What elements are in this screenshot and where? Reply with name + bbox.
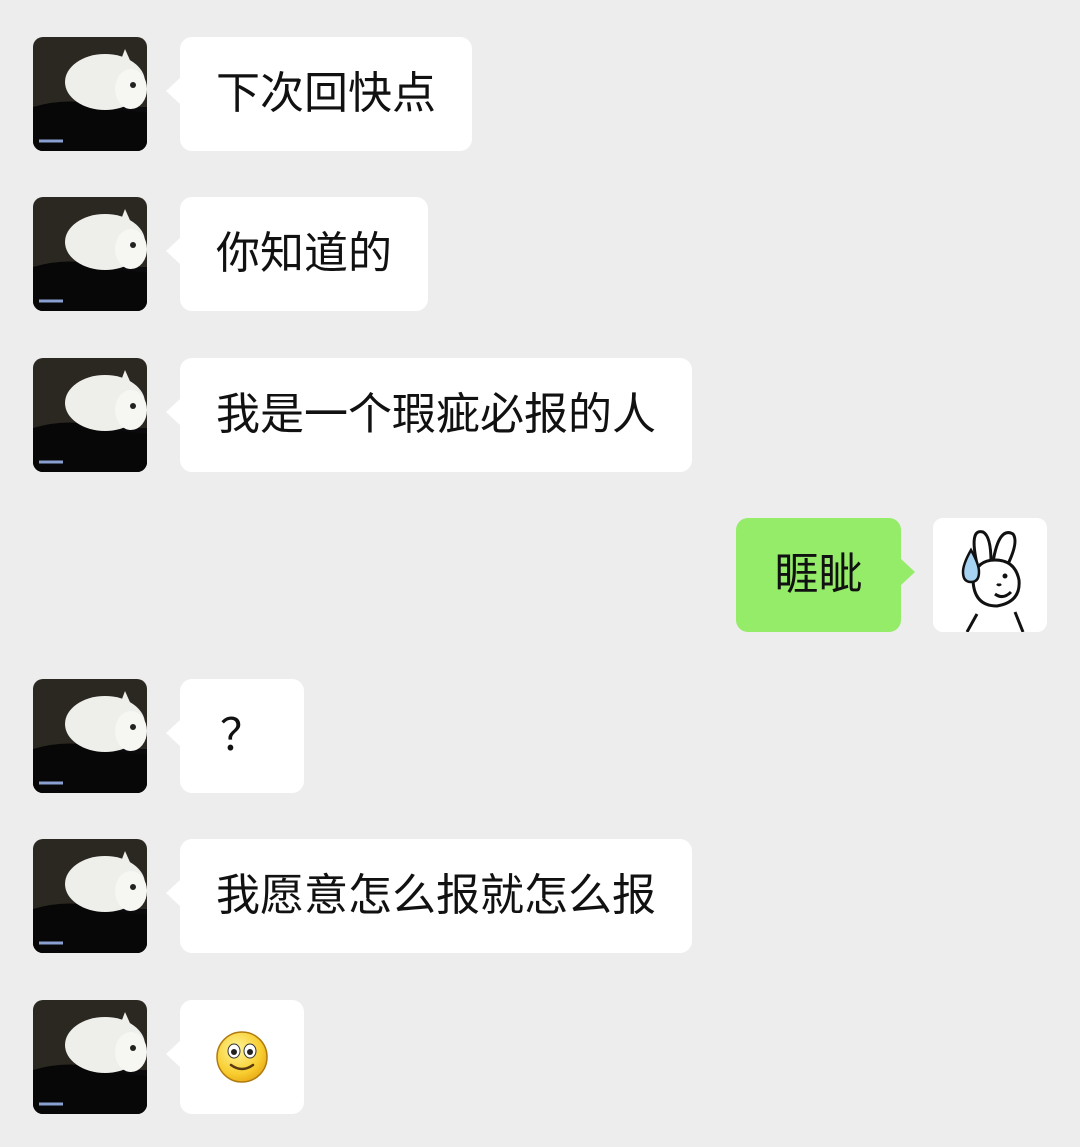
message-row: 我愿意怎么报就怎么报 — [0, 839, 1080, 953]
cat-avatar-icon[interactable] — [33, 197, 147, 311]
message-row: 你知道的 — [0, 197, 1080, 311]
message-bubble[interactable]: 我是一个瑕疵必报的人 — [180, 358, 692, 472]
cat-avatar-icon[interactable] — [33, 1000, 147, 1114]
message-row — [0, 1000, 1080, 1114]
bubble-tail — [166, 719, 181, 747]
chat-view[interactable]: 下次回快点 你知道的 我是一个瑕疵必报的人 睚眦 ？ 我愿意怎么报就怎么报 — [0, 0, 1080, 1147]
bubble-tail — [166, 879, 181, 907]
message-text: 睚眦 — [774, 549, 863, 600]
bubble-tail — [166, 398, 181, 426]
message-text: 我是一个瑕疵必报的人 — [216, 389, 656, 440]
message-text: 你知道的 — [216, 228, 392, 279]
message-bubble[interactable] — [180, 1000, 304, 1114]
bubble-tail — [166, 1040, 181, 1068]
bubble-tail — [166, 237, 181, 265]
message-row: 下次回快点 — [0, 37, 1080, 151]
bubble-tail — [166, 77, 181, 105]
message-text: 我愿意怎么报就怎么报 — [216, 870, 656, 921]
bubble-tail — [900, 558, 915, 586]
message-row: 我是一个瑕疵必报的人 — [0, 358, 1080, 472]
message-row-outgoing: 睚眦 — [0, 518, 1080, 632]
cat-avatar-icon[interactable] — [33, 839, 147, 953]
cat-avatar-icon[interactable] — [33, 679, 147, 793]
message-text: ？ — [220, 710, 264, 761]
message-bubble[interactable]: ？ — [180, 679, 304, 793]
message-bubble[interactable]: 你知道的 — [180, 197, 428, 311]
message-row: ？ — [0, 679, 1080, 793]
slight-smile-emoji-icon — [216, 1031, 268, 1083]
message-bubble[interactable]: 下次回快点 — [180, 37, 472, 151]
message-text: 下次回快点 — [216, 68, 436, 119]
message-bubble[interactable]: 我愿意怎么报就怎么报 — [180, 839, 692, 953]
cat-avatar-icon[interactable] — [33, 37, 147, 151]
bunny-avatar-icon[interactable] — [933, 518, 1047, 632]
message-bubble-outgoing[interactable]: 睚眦 — [736, 518, 901, 632]
cat-avatar-icon[interactable] — [33, 358, 147, 472]
